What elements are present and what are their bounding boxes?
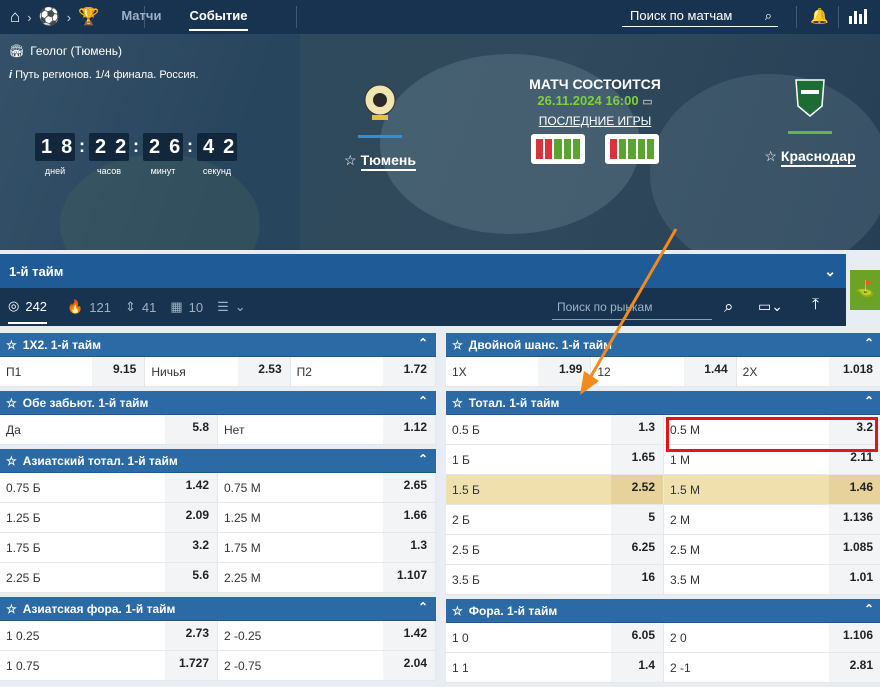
market-gap <box>446 683 880 687</box>
annotation-arrow <box>580 228 678 395</box>
market-gap <box>0 681 436 685</box>
